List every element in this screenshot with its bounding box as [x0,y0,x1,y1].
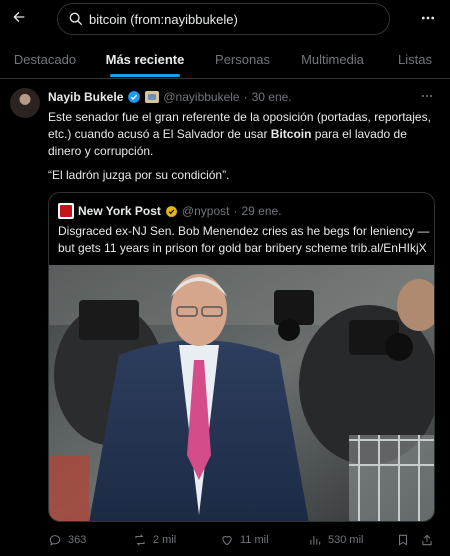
verified-icon [128,91,141,103]
like-icon [222,536,232,546]
news-photo[interactable] [49,265,435,522]
separator: · [233,204,238,218]
search-tabs: Destacado Más reciente Personas Multimed… [0,40,450,79]
repost-count: 2 mil [153,534,177,546]
repost-icon [135,534,145,546]
quoted-tweet[interactable]: New York Post @nypost · 29 ene. Disgrace… [48,192,435,522]
like-button[interactable]: 11 mil [220,530,269,550]
bookmark-icon [398,534,408,546]
user-name[interactable]: Nayib Bukele [48,90,123,104]
bookmark-button[interactable] [396,530,410,550]
tab-destacado[interactable]: Destacado [0,40,90,78]
tweet[interactable]: Nayib Bukele @nayibbukele · 30 ene. Este… [0,80,450,556]
tab-multimedia[interactable]: Multimedia [285,40,380,78]
like-count: 11 mil [240,534,269,546]
search-header: bitcoin (from:nayibbukele) [0,0,450,38]
quoted-tweet-text: Disgraced ex-NJ Sen. Bob Menendez cries … [58,224,430,255]
separator: · [243,90,248,104]
quoted-tweet-date: 29 ene. [241,204,282,218]
tweet-actions: 363 2 mil 11 mil 530 mil [0,530,450,552]
share-icon [422,534,432,546]
tweet-more-icon[interactable] [418,89,436,103]
tweet-quote-line: “El ladrón juzga por su condición”. [48,168,230,182]
quoted-user-handle: @nypost [181,204,230,218]
tweet-date[interactable]: 30 ene. [252,90,292,104]
repost-button[interactable]: 2 mil [133,530,176,550]
view-count: 530 mil [328,534,364,546]
user-handle[interactable]: @nayibbukele [163,90,239,104]
more-icon[interactable] [417,7,439,29]
quoted-tweet-header: New York Post @nypost · 29 ene. [58,203,282,219]
reply-button[interactable]: 363 [48,530,86,550]
tab-mas-reciente[interactable]: Más reciente [90,40,200,78]
tab-personas[interactable]: Personas [200,40,285,78]
tweet-text: Este senador fue el gran referente de la… [48,110,431,158]
quoted-user-name: New York Post [78,204,161,218]
share-button[interactable] [420,530,434,550]
tweet-header: Nayib Bukele @nayibbukele · 30 ene. [48,89,292,105]
search-input[interactable]: bitcoin (from:nayibbukele) [57,3,390,35]
views-button[interactable]: 530 mil [308,530,363,550]
avatar[interactable] [10,88,40,118]
nypost-logo [58,203,74,219]
tab-listas[interactable]: Listas [380,40,450,78]
back-arrow-icon[interactable] [8,6,30,28]
affiliate-badge-icon [145,91,160,103]
search-icon [69,12,83,26]
verified-icon [166,205,177,217]
search-query: bitcoin (from:nayibbukele) [89,12,238,27]
views-icon [310,535,321,545]
reply-icon [49,535,61,546]
bitcoin-highlight: Bitcoin [270,127,312,141]
active-tab-indicator [110,74,180,77]
reply-count: 363 [68,534,87,546]
